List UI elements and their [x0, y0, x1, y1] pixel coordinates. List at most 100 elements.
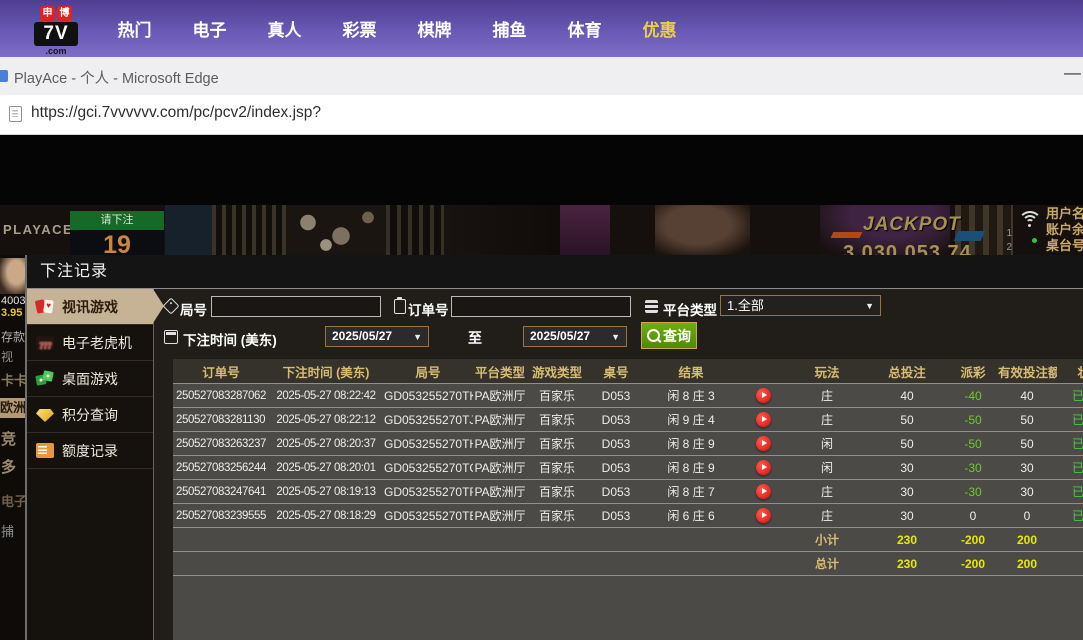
tag-icon	[162, 297, 180, 315]
cell-platform: PA欧洲厅	[474, 437, 526, 451]
cell-payout: -50	[964, 412, 982, 427]
panel-main: 局号 订单号 平台类型 ▼ 1.全部 下注时间 (美东) ▼ 2025/05/2…	[154, 289, 1083, 640]
cell-total-bet: 50	[900, 412, 914, 427]
replay-button[interactable]	[755, 412, 771, 428]
caret-down-icon: ▼	[865, 301, 874, 311]
date-to-select[interactable]: ▼ 2025/05/27	[523, 326, 627, 347]
replay-button[interactable]	[755, 388, 771, 404]
cell-table-no: D053	[601, 412, 631, 427]
menu-item-electronic[interactable]: 电子	[172, 16, 247, 41]
cell-replay	[737, 408, 789, 432]
logo-badges: 申 博	[31, 5, 81, 21]
replay-button[interactable]	[755, 484, 771, 500]
cell-result: 闲 8 庄 9	[667, 461, 715, 475]
background-text: 卡卡	[1, 373, 25, 388]
background-text: 视	[1, 350, 14, 364]
search-button[interactable]: 查询	[641, 322, 697, 349]
logo-badge-bo: 博	[57, 5, 72, 21]
cell-bet-type: 庄	[820, 389, 833, 403]
sidebar-item-points-query[interactable]: 积分查询	[27, 397, 153, 433]
date-from-select[interactable]: ▼ 2025/05/27	[325, 326, 429, 347]
minimize-button[interactable]: —	[1064, 63, 1081, 83]
subtotal-payout: -200	[960, 532, 986, 547]
cell-status: 已派彩	[1071, 413, 1083, 427]
cell-status: 已派彩	[1071, 509, 1083, 523]
round-input[interactable]	[211, 296, 381, 317]
play-icon	[761, 488, 767, 495]
panel-sidebar: 视讯游戏 电子老虎机 桌面游戏 积分查询 额度记录	[27, 289, 164, 640]
replay-button[interactable]	[755, 508, 771, 524]
subtotal-label: 小计	[814, 533, 839, 547]
banner-account-label: 账户余	[1046, 222, 1083, 237]
menu-item-live[interactable]: 真人	[247, 16, 322, 41]
platform-select[interactable]: ▼ 1.全部	[720, 295, 881, 316]
jackpot-value: 3,030,053.74	[843, 242, 972, 255]
avatar	[0, 258, 25, 294]
order-input[interactable]	[451, 296, 631, 317]
clipboard-icon	[394, 297, 406, 314]
grand-total-payout: -200	[960, 556, 986, 571]
cell-bet-type: 庄	[820, 485, 833, 499]
menu-item-fishing[interactable]: 捕鱼	[472, 16, 547, 41]
cell-bet-type: 闲	[820, 437, 833, 451]
replay-button[interactable]	[755, 436, 771, 452]
logo-com: .com	[45, 45, 67, 56]
background-text: 3.95	[1, 307, 23, 319]
panel-title: 下注记录	[27, 255, 1083, 289]
cell-round: GD053255270TF	[384, 484, 473, 499]
cell-valid-bet: 50	[1020, 412, 1034, 427]
replay-button[interactable]	[755, 460, 771, 476]
search-icon	[647, 329, 660, 342]
sidebar-item-label: 积分查询	[62, 406, 118, 423]
banner-table-label: 桌台号	[1046, 238, 1083, 253]
background-text: 竞	[1, 431, 17, 448]
cell-status: 已派彩	[1071, 389, 1083, 403]
menu-item-chess[interactable]: 棋牌	[397, 16, 472, 41]
table-row: 250527083281130 2025-05-27 08:22:12 GD05…	[173, 408, 1083, 432]
banner-collage	[212, 205, 286, 255]
banner-side-labels: 用户名 账户余 桌台号	[1046, 206, 1083, 254]
sidebar-item-live-games[interactable]: 视讯游戏	[27, 289, 164, 325]
cell-order: 250527083239555	[176, 509, 266, 522]
site-logo[interactable]: 申 博 7V .com	[31, 5, 81, 56]
cell-result: 闲 8 庄 7	[667, 485, 715, 499]
cell-game-type: 百家乐	[538, 437, 575, 451]
cell-round: GD053255270TG	[384, 460, 473, 475]
play-icon	[761, 464, 767, 471]
cell-bet-type: 闲	[820, 461, 833, 475]
background-text: 捕	[1, 524, 15, 539]
cell-table-no: D053	[601, 484, 631, 499]
page-icon[interactable]	[9, 106, 22, 122]
cell-total-bet: 40	[900, 388, 914, 403]
edge-titlebar: PlayAce - 个人 - Microsoft Edge —	[0, 57, 1083, 96]
cell-round: GD053255270TH	[384, 436, 473, 451]
cell-status: 已派彩	[1071, 437, 1083, 451]
col-status: 状态	[1057, 359, 1083, 384]
background-text: 4003	[1, 295, 25, 307]
col-game-type: 游戏类型	[527, 359, 587, 384]
menu-item-hot[interactable]: 热门	[97, 16, 172, 41]
sidebar-item-label: 桌面游戏	[62, 370, 118, 387]
main-menu: 热门 电子 真人 彩票 棋牌 捕鱼 体育 优惠	[97, 16, 697, 41]
wifi-icon	[1018, 211, 1044, 229]
cell-status: 已派彩	[1071, 485, 1083, 499]
cell-game-type: 百家乐	[538, 509, 575, 523]
cell-payout: 0	[969, 508, 977, 523]
col-valid-bet: 有效投注额	[997, 359, 1057, 384]
sidebar-item-quota-records[interactable]: 额度记录	[27, 433, 153, 469]
subtotal-row: 小计 230 -200 200	[173, 528, 1083, 552]
bet-records-panel: 下注记录 视讯游戏 电子老虎机 桌面游戏 积分查询 额度记录	[25, 255, 1083, 640]
cell-round: GD053255270TK	[384, 388, 473, 403]
menu-item-lottery[interactable]: 彩票	[322, 16, 397, 41]
database-icon	[645, 300, 658, 313]
menu-item-sports[interactable]: 体育	[547, 16, 622, 41]
table-row: 250527083247641 2025-05-27 08:19:13 GD05…	[173, 480, 1083, 504]
menu-item-promotions[interactable]: 优惠	[622, 16, 697, 41]
sidebar-item-table-games[interactable]: 桌面游戏	[27, 361, 153, 397]
caret-down-icon: ▼	[413, 332, 422, 342]
date-from-value: 2025/05/27	[332, 329, 393, 343]
url-text[interactable]: https://gci.7vvvvvv.com/pc/pcv2/index.js…	[31, 104, 321, 122]
sidebar-item-slots[interactable]: 电子老虎机	[27, 325, 153, 361]
background-text: 欧洲	[0, 398, 25, 418]
cell-valid-bet: 0	[1023, 508, 1031, 523]
